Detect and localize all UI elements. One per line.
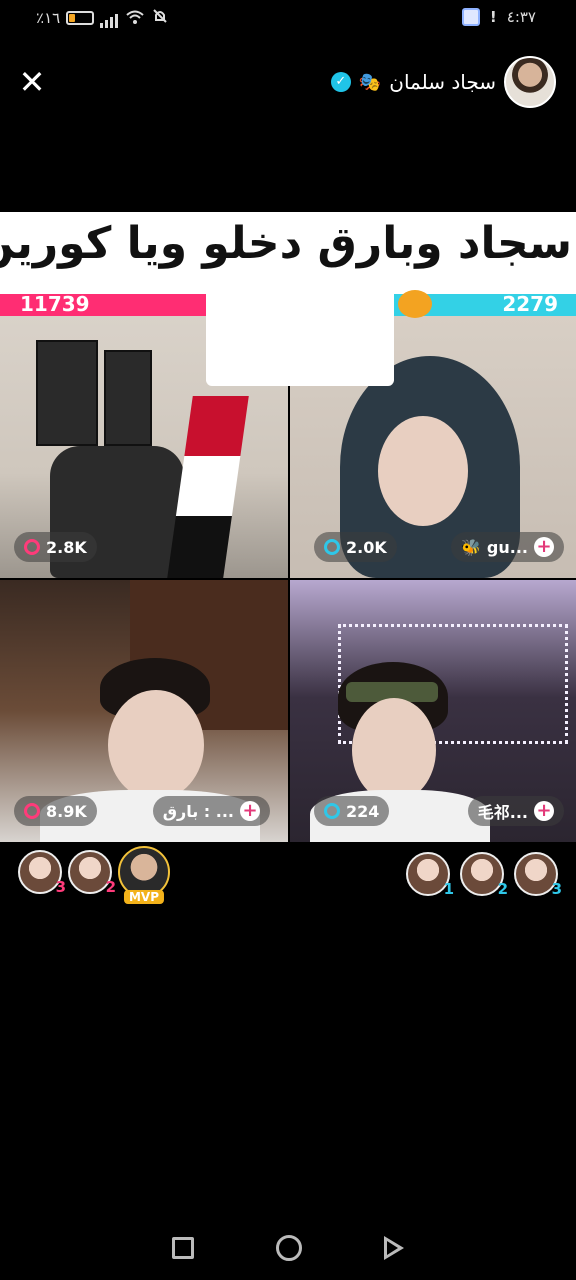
alarm-icon [324, 539, 340, 555]
system-nav-bar [0, 1220, 576, 1276]
viewer-count-chip: 2.8K [14, 532, 97, 562]
gifter-avatar[interactable]: 1 [406, 852, 454, 898]
video-tile-4[interactable]: 224 毛祁... + [290, 580, 576, 842]
user-chip[interactable]: بارق : ... + [152, 796, 270, 826]
host-info[interactable]: ✓ 🎭 سجاد سلمان [330, 56, 556, 108]
battery-icon [66, 11, 95, 25]
viewer-count-chip: 8.9K [14, 796, 97, 826]
caption-emojis: 😂😂 [206, 290, 394, 386]
person-face [108, 690, 204, 800]
recents-icon[interactable] [172, 1237, 194, 1259]
back-icon[interactable] [384, 1236, 404, 1260]
right-top-gifters: 1 2 3 [406, 852, 562, 898]
alarm-icon [324, 803, 340, 819]
battle-emoji-icon [398, 290, 432, 318]
viewer-count: 2.0K [346, 537, 387, 557]
battery-text: ٪١٦ [36, 9, 61, 27]
home-icon[interactable] [276, 1235, 302, 1261]
gifter-rank: 2 [497, 880, 508, 898]
host-name: سجاد سلمان [389, 70, 496, 94]
viewer-count: 8.9K [46, 801, 87, 821]
wifi-icon [126, 10, 144, 28]
wall-poster-horse [104, 350, 152, 446]
video-tile-3[interactable]: 8.9K بارق : ... + [0, 580, 288, 842]
viewer-count-chip: 224 [314, 796, 390, 826]
alarm-icon [24, 539, 40, 555]
user-name: 毛祁... [477, 803, 528, 822]
gifter-avatar[interactable]: 2 [68, 850, 116, 896]
gifter-rank: 2 [105, 878, 116, 896]
user-name: بارق : ... [162, 801, 234, 821]
close-button[interactable]: ✕ [16, 66, 48, 98]
mute-icon [152, 8, 168, 28]
left-top-gifters: 3 2 MVP [18, 846, 170, 904]
host-emoji: 🎭 [358, 71, 382, 93]
right-score: 2279 [502, 292, 558, 316]
user-chip[interactable]: 毛祁... + [467, 796, 564, 826]
left-score: 11739 [20, 292, 90, 316]
gifter-rank: 3 [55, 878, 66, 896]
flag [167, 396, 249, 578]
alarm-icon [24, 803, 40, 819]
app-notification-icon [461, 8, 480, 26]
status-left: ٪١٦ [36, 8, 168, 28]
gifter-rank: 3 [551, 880, 562, 898]
bee-icon: 🐝 [461, 537, 481, 557]
status-bar: ٪١٦ ! ٤:٣٧ [0, 0, 576, 36]
alert-icon: ! [489, 8, 497, 26]
viewer-count: 2.8K [46, 537, 87, 557]
signal-icons [100, 8, 168, 28]
clock: ٤:٣٧ [506, 8, 536, 26]
person-face [378, 416, 468, 526]
follow-plus-icon[interactable]: + [534, 537, 554, 557]
viewer-count-chip: 2.0K [314, 532, 397, 562]
mvp-avatar[interactable]: MVP [118, 846, 170, 904]
caption-text: سجاد وبارق دخلو ويا كورين [0, 218, 572, 269]
viewer-count: 224 [346, 801, 380, 821]
person-face [352, 698, 436, 802]
gifter-avatar[interactable]: 2 [460, 852, 508, 898]
wall-poster-lion [36, 340, 98, 446]
gifter-rank: 1 [443, 880, 454, 898]
video-grid: 2.8K 2.0K 🐝 gu... + 8.9K بارق : ... + 22… [0, 316, 576, 842]
host-avatar[interactable] [504, 56, 556, 108]
status-right: ! ٤:٣٧ [461, 8, 536, 26]
gifter-avatar[interactable]: 3 [18, 850, 66, 896]
follow-plus-icon[interactable]: + [534, 801, 554, 821]
gifter-avatar[interactable]: 3 [514, 852, 562, 898]
user-chip[interactable]: 🐝 gu... + [451, 532, 564, 562]
follow-plus-icon[interactable]: + [240, 801, 260, 821]
mvp-badge: MVP [123, 890, 165, 904]
user-name: gu... [486, 537, 528, 557]
verified-icon: ✓ [330, 72, 351, 92]
signal-icon [100, 14, 119, 28]
